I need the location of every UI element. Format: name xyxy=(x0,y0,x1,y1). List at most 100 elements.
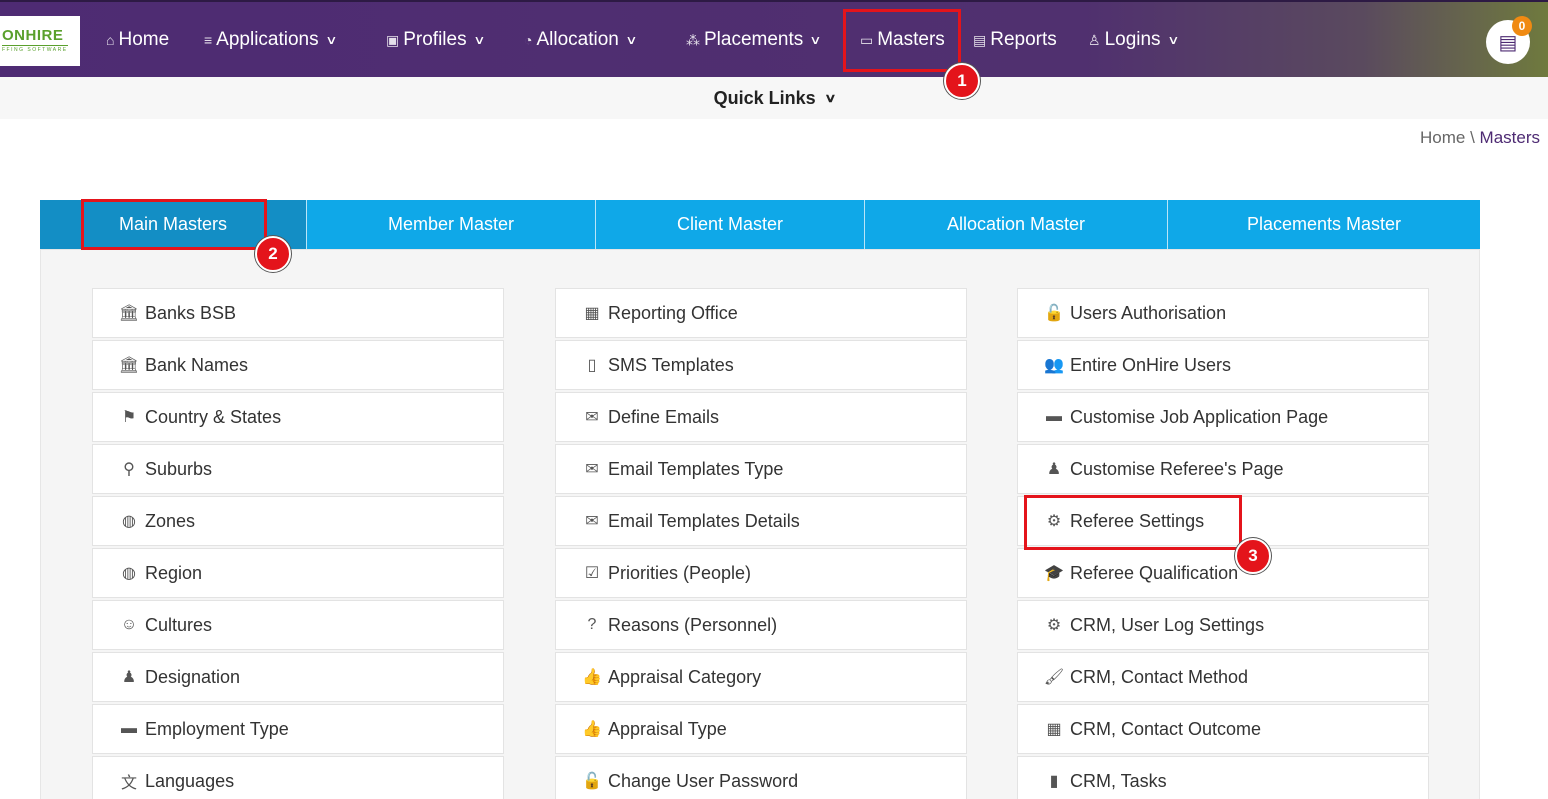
logo-subtext: FFING SOFTWARE xyxy=(2,45,68,53)
quick-links-label: Quick Links xyxy=(713,87,816,108)
master-link-email-templates-details[interactable]: ✉ Email Templates Details xyxy=(555,496,967,546)
master-link-label: Cultures xyxy=(145,614,213,635)
master-link-email-templates-type[interactable]: ✉ Email Templates Type xyxy=(555,444,967,494)
building-icon: ▦ xyxy=(584,305,600,322)
masters-column-1: 🏛 Banks BSB 🏛 Bank Names ⚑ Country & States ⚲ S… xyxy=(92,288,504,799)
pie-chart-icon: ◔ xyxy=(524,32,533,48)
master-link-banks-bsb[interactable]: 🏛 Banks BSB xyxy=(92,288,504,338)
highlight-masters-nav xyxy=(843,9,961,72)
thumbs-up-icon: 👍 xyxy=(582,721,602,738)
master-link-label: Zones xyxy=(145,510,196,531)
bank-icon: 🏛 xyxy=(118,305,140,322)
mobile-icon: ▯ xyxy=(587,357,597,374)
breadcrumb-home[interactable]: Home xyxy=(1420,128,1465,147)
master-link-label: SMS Templates xyxy=(608,354,734,375)
master-link-label: Priorities (People) xyxy=(608,562,752,583)
gear-icon: ⚙ xyxy=(1046,617,1062,634)
master-link-label: Reasons (Personnel) xyxy=(608,614,778,635)
master-link-priorities-people[interactable]: ☑ Priorities (People) xyxy=(555,548,967,598)
nav-placements-label: Placements xyxy=(704,29,804,50)
step-marker-1: 1 xyxy=(944,63,980,99)
master-link-label: CRM, Contact Outcome xyxy=(1070,718,1262,739)
master-link-label: Email Templates Type xyxy=(608,458,784,479)
highlight-referee-settings xyxy=(1024,495,1242,550)
document-icon: ▤ xyxy=(973,31,987,48)
nav-allocation-label: Allocation xyxy=(536,29,619,50)
master-link-appraisal-type[interactable]: 👍 Appraisal Type xyxy=(555,704,967,754)
chevron-down-icon: ∨ xyxy=(809,33,822,47)
chevron-down-icon: ∨ xyxy=(1166,33,1180,47)
tab-client-master[interactable]: Client Master xyxy=(596,200,865,249)
master-link-label: Country & States xyxy=(145,406,282,427)
check-square-icon: ☑ xyxy=(584,565,600,582)
map-marker-icon: ⚲ xyxy=(123,461,135,478)
globe-icon: ◍ xyxy=(122,513,136,530)
master-link-bank-names[interactable]: 🏛 Bank Names xyxy=(92,340,504,390)
envelope-icon: ✉ xyxy=(585,513,599,530)
tab-allocation-master[interactable]: Allocation Master xyxy=(865,200,1168,249)
master-link-label: CRM, Tasks xyxy=(1070,770,1167,791)
master-link-crm-user-log-settings[interactable]: ⚙ CRM, User Log Settings xyxy=(1017,600,1429,650)
nav-placements[interactable]: ⁂ Placements ∨ xyxy=(686,24,822,56)
master-link-reasons-personnel[interactable]: ? Reasons (Personnel) xyxy=(555,600,967,650)
master-link-label: Referee Qualification xyxy=(1070,562,1239,583)
master-link-cultures[interactable]: ☺ Cultures xyxy=(92,600,504,650)
master-link-region[interactable]: ◍ Region xyxy=(92,548,504,598)
master-link-label: Customise Job Application Page xyxy=(1070,406,1329,427)
briefcase-icon: ▬ xyxy=(1046,408,1062,425)
master-link-label: Entire OnHire Users xyxy=(1070,354,1232,375)
nav-reports[interactable]: ▤ Reports xyxy=(973,24,1057,56)
master-link-suburbs[interactable]: ⚲ Suburbs xyxy=(92,444,504,494)
master-link-crm-tasks[interactable]: ▮ CRM, Tasks xyxy=(1017,756,1429,799)
nav-allocation[interactable]: ◔ Allocation ∨ xyxy=(524,24,638,56)
step-marker-2: 2 xyxy=(255,236,291,272)
master-link-label: Appraisal Type xyxy=(608,718,727,739)
nav-home[interactable]: ⌂ Home xyxy=(106,24,169,56)
master-link-crm-contact-method[interactable]: 🖌 CRM, Contact Method xyxy=(1017,652,1429,702)
master-link-label: Banks BSB xyxy=(145,302,237,323)
calendar-icon: ▦ xyxy=(1046,721,1062,738)
language-icon: 文 xyxy=(120,775,137,792)
tab-placements-master[interactable]: Placements Master xyxy=(1168,200,1480,249)
master-link-label: CRM, User Log Settings xyxy=(1070,614,1265,635)
nav-applications[interactable]: ≡ Applications ∨ xyxy=(204,24,337,56)
master-link-zones[interactable]: ◍ Zones xyxy=(92,496,504,546)
quick-links-toggle[interactable]: Quick Links ∨ xyxy=(0,77,1548,119)
chevron-down-icon: ∨ xyxy=(472,33,486,47)
masters-column-2: ▦ Reporting Office ▯ SMS Templates ✉ Define E… xyxy=(555,288,967,799)
master-link-label: Define Emails xyxy=(608,406,720,427)
nav-logins[interactable]: ♙ Logins ∨ xyxy=(1088,24,1180,56)
master-link-reporting-office[interactable]: ▦ Reporting Office xyxy=(555,288,967,338)
file-icon: ▮ xyxy=(1049,773,1059,790)
tab-member-master[interactable]: Member Master xyxy=(307,200,596,249)
master-link-employment-type[interactable]: ▬ Employment Type xyxy=(92,704,504,754)
onhire-logo[interactable]: ONHIRE FFING SOFTWARE xyxy=(0,16,80,66)
master-link-country-states[interactable]: ⚑ Country & States xyxy=(92,392,504,442)
breadcrumb: Home \ Masters xyxy=(1420,128,1540,148)
master-link-label: Designation xyxy=(145,666,241,687)
master-link-referee-qualification[interactable]: 🎓 Referee Qualification xyxy=(1017,548,1429,598)
master-link-entire-onhire-users[interactable]: 👥 Entire OnHire Users xyxy=(1017,340,1429,390)
user-icon: ♙ xyxy=(1088,31,1101,48)
envelope-icon: ✉ xyxy=(585,461,599,478)
smile-icon: ☺ xyxy=(120,616,138,633)
nav-logins-label: Logins xyxy=(1104,29,1161,50)
hierarchy-icon: ⁂ xyxy=(686,31,700,48)
master-link-crm-contact-outcome[interactable]: ▦ CRM, Contact Outcome xyxy=(1017,704,1429,754)
master-link-users-authorisation[interactable]: 🔓 Users Authorisation xyxy=(1017,288,1429,338)
master-link-customise-referee-s-page[interactable]: ♟ Customise Referee's Page xyxy=(1017,444,1429,494)
master-link-designation[interactable]: ♟ Designation xyxy=(92,652,504,702)
chevron-down-icon: ∨ xyxy=(625,33,638,47)
master-link-sms-templates[interactable]: ▯ SMS Templates xyxy=(555,340,967,390)
master-link-change-user-password[interactable]: 🔓 Change User Password xyxy=(555,756,967,799)
master-link-languages[interactable]: 文 Languages xyxy=(92,756,504,799)
master-link-appraisal-category[interactable]: 👍 Appraisal Category xyxy=(555,652,967,702)
nav-profiles[interactable]: ▣ Profiles ∨ xyxy=(386,24,486,56)
user-icon: ♟ xyxy=(121,669,137,686)
master-link-define-emails[interactable]: ✉ Define Emails xyxy=(555,392,967,442)
nav-reports-label: Reports xyxy=(990,29,1057,50)
bank-icon: 🏛 xyxy=(118,357,140,374)
master-link-label: Customise Referee's Page xyxy=(1070,458,1284,479)
home-icon: ⌂ xyxy=(106,32,115,48)
master-link-customise-job-application-page[interactable]: ▬ Customise Job Application Page xyxy=(1017,392,1429,442)
